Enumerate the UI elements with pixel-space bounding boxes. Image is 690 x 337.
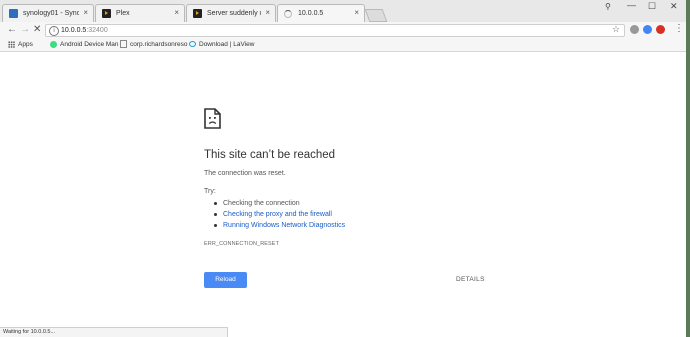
loading-spinner-icon [284, 10, 292, 18]
suggestions-list: Checking the connection Checking the pro… [214, 198, 345, 231]
stop-loading-icon[interactable]: ✕ [33, 24, 41, 36]
bookmark-label: Android Device Man [60, 41, 119, 48]
bookmark-label: corp.richardsonreso [130, 41, 188, 48]
close-tab-icon[interactable]: × [265, 8, 270, 18]
bookmark-android[interactable]: Android Device Man [50, 40, 119, 50]
tab-title: Server suddenly unavaila [207, 10, 261, 17]
back-arrow-icon[interactable]: ← [7, 24, 17, 36]
close-window-button[interactable]: ✕ [670, 1, 678, 12]
laview-icon [189, 41, 196, 48]
tab-title: synology01 - Synology D [23, 10, 79, 17]
close-tab-icon[interactable]: × [354, 8, 359, 18]
extension-icon[interactable] [656, 25, 665, 34]
suggestion-network-diagnostics-link[interactable]: Running Windows Network Diagnostics [214, 220, 345, 231]
tab-plex[interactable]: Plex × [95, 4, 185, 22]
suggestion-proxy-firewall-link[interactable]: Checking the proxy and the firewall [214, 209, 345, 220]
bookmark-laview[interactable]: Download | LaView [189, 40, 254, 50]
maximize-button[interactable]: ☐ [648, 1, 656, 12]
plex-icon [102, 9, 111, 18]
menu-icon[interactable]: ⋮ [674, 23, 684, 35]
new-tab-button[interactable] [364, 9, 388, 22]
error-title: This site can’t be reached [204, 149, 336, 161]
close-tab-icon[interactable]: × [174, 8, 179, 18]
extension-icon[interactable] [630, 25, 639, 34]
android-icon [50, 40, 57, 48]
user-icon[interactable]: ⚲ [605, 2, 611, 11]
info-icon[interactable]: i [49, 26, 59, 36]
reload-button[interactable]: Reload [204, 272, 247, 288]
suggestion-check-connection: Checking the connection [214, 198, 345, 209]
error-page: This site can’t be reached The connectio… [0, 52, 686, 337]
apps-grid-icon [8, 40, 15, 48]
bookmark-corp[interactable]: corp.richardsonreso [120, 40, 187, 50]
bookmarks-bar: Apps Android Device Man corp.richardsonr… [0, 39, 686, 52]
minimize-button[interactable]: — [627, 0, 636, 10]
tab-title: Plex [116, 10, 130, 17]
bookmark-label: Download | LaView [199, 41, 255, 48]
tab-title: 10.0.0.5 [298, 10, 324, 17]
toolbar: ← → ✕ i 10.0.0.5:32400 ☆ ⋮ [0, 22, 686, 39]
close-tab-icon[interactable]: × [83, 8, 88, 18]
plex-icon [193, 9, 202, 18]
extension-icon[interactable] [643, 25, 652, 34]
address-bar[interactable]: i 10.0.0.5:32400 ☆ [45, 24, 625, 37]
bookmark-star-icon[interactable]: ☆ [612, 24, 620, 35]
tab-strip: synology01 - Synology D × Plex × Server … [0, 0, 686, 23]
error-subtitle: The connection was reset. [204, 170, 286, 177]
page-icon [120, 40, 127, 49]
address-port: :32400 [86, 27, 108, 34]
status-bar: Waiting for 10.0.0.5... [0, 327, 228, 337]
address-url: 10.0.0.5:32400 [61, 26, 108, 36]
tab-server-unavailable[interactable]: Server suddenly unavaila × [186, 4, 276, 22]
bookmark-apps[interactable]: Apps [8, 40, 33, 50]
browser-window: synology01 - Synology D × Plex × Server … [0, 0, 686, 337]
tab-active[interactable]: 10.0.0.5 × [277, 4, 365, 23]
synology-icon [9, 9, 18, 18]
error-code: ERR_CONNECTION_RESET [204, 241, 280, 247]
forward-arrow-icon[interactable]: → [20, 24, 30, 36]
sad-document-icon [204, 108, 221, 129]
try-label: Try: [204, 188, 216, 195]
address-host: 10.0.0.5 [61, 27, 87, 34]
tab-synology[interactable]: synology01 - Synology D × [2, 4, 94, 22]
desktop-background [686, 0, 690, 337]
bookmark-label: Apps [18, 41, 33, 48]
details-button[interactable]: DETAILS [456, 276, 485, 283]
